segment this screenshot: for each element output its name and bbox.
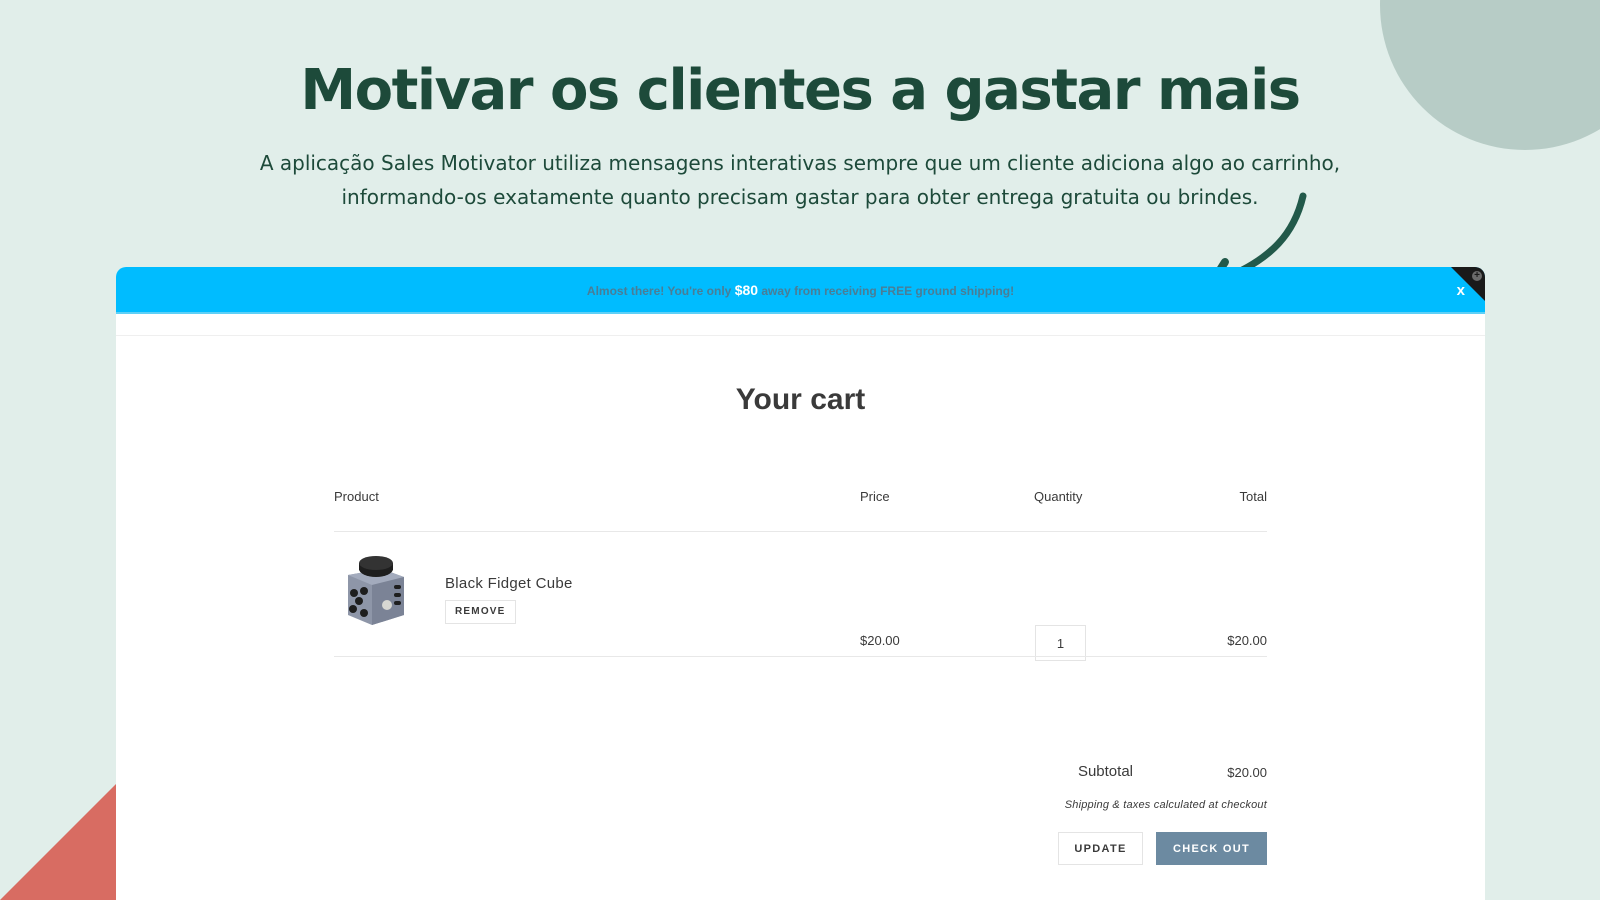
- promo-text-after: away from receiving FREE ground shipping…: [758, 284, 1015, 298]
- store-preview: Almost there! You're only $80 away from …: [116, 267, 1485, 900]
- fidget-cube-image[interactable]: [342, 555, 408, 627]
- remove-button[interactable]: REMOVE: [445, 600, 516, 624]
- table-divider: [334, 531, 1267, 532]
- shipping-note: Shipping & taxes calculated at checkout: [1064, 799, 1267, 811]
- hero-subtext: A aplicação Sales Motivator utiliza mens…: [0, 146, 1600, 214]
- subtotal-label: Subtotal: [1077, 763, 1133, 780]
- page: Motivar os clientes a gastar mais A apli…: [0, 0, 1600, 900]
- column-header-product: Product: [334, 489, 379, 504]
- hero-headline: Motivar os clientes a gastar mais: [300, 58, 1301, 123]
- item-price: $20.00: [860, 633, 900, 648]
- promo-text-before: Almost there! You're only: [586, 284, 735, 298]
- product-name-link[interactable]: Black Fidget Cube: [445, 575, 573, 592]
- column-header-price: Price: [860, 489, 890, 504]
- promo-amount: $80: [734, 282, 759, 298]
- cart-title: Your cart: [735, 383, 866, 416]
- decorative-triangle: [0, 784, 116, 900]
- update-button[interactable]: UPDATE: [1058, 832, 1143, 865]
- checkout-button[interactable]: CHECK OUT: [1156, 832, 1267, 865]
- column-header-total: Total: [1239, 489, 1267, 504]
- free-shipping-bar: Almost there! You're only $80 away from …: [116, 267, 1485, 314]
- column-header-quantity: Quantity: [1034, 489, 1083, 504]
- subtotal-value: $20.00: [1227, 765, 1267, 780]
- header-divider: [116, 335, 1485, 336]
- table-divider: [334, 656, 1267, 657]
- item-total: $20.00: [1227, 633, 1267, 648]
- hero-subtext-line-1: A aplicação Sales Motivator utiliza mens…: [259, 151, 1341, 175]
- hero-subtext-line-2: informando-os exatamente quanto precisam…: [341, 185, 1259, 209]
- plus-circle-icon[interactable]: +: [1472, 271, 1482, 281]
